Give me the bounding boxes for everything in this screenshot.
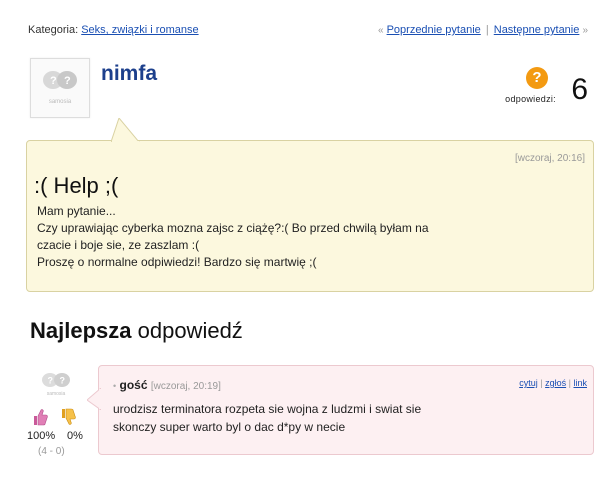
- nav-separator: |: [485, 24, 489, 36]
- prev-question-link[interactable]: Poprzednie pytanie: [387, 24, 481, 36]
- question-line: Czy uprawiając cyberka mozna zajsc z cią…: [37, 221, 429, 235]
- answers-count: 6: [571, 73, 588, 106]
- bubble-tail: [87, 388, 101, 410]
- thumbs-down-icon[interactable]: [60, 408, 76, 426]
- answerer-avatar[interactable]: ? ? samosia: [38, 371, 74, 401]
- answer-body: urodzisz terminatora rozpeta sie wojna z…: [113, 400, 553, 436]
- best-heading-rest: odpowiedź: [131, 318, 243, 343]
- answer-line: urodzisz terminatora rozpeta sie wojna z…: [113, 402, 422, 416]
- question-line: czacie i boje sie, ze zaszlam :(: [37, 238, 200, 252]
- question-body: Mam pytanie... Czy uprawiając cyberka mo…: [37, 203, 577, 271]
- answer-actions: cytuj | zgłoś | link: [519, 378, 587, 388]
- svg-text:?: ?: [48, 376, 54, 386]
- link-separator: |: [568, 378, 571, 388]
- avatar-question-icon: ? ?: [42, 373, 70, 387]
- best-heading-bold: Najlepsza: [30, 318, 132, 343]
- report-link[interactable]: zgłoś: [545, 378, 566, 388]
- question-author-name[interactable]: nimfa: [101, 62, 157, 86]
- vote-down-percent: 0%: [67, 430, 83, 442]
- question-badge-icon: ?: [526, 67, 548, 89]
- question-bubble: [wczoraj, 20:16] :( Help ;( Mam pytanie.…: [26, 118, 594, 292]
- answer-time: [wczoraj, 20:19]: [150, 381, 221, 392]
- answer-line: skonczy super warto byl o dac d*py w nec…: [113, 420, 346, 434]
- bubble-tail: [111, 118, 140, 142]
- svg-text:?: ?: [64, 75, 71, 87]
- avatar-label: samosia: [48, 99, 72, 105]
- answer-author[interactable]: gość: [120, 378, 148, 392]
- thumbs-up-icon[interactable]: [32, 408, 48, 426]
- answer-bubble: • gość [wczoraj, 20:19] cytuj | zgłoś | …: [87, 365, 594, 455]
- permalink[interactable]: link: [573, 378, 587, 388]
- quote-link[interactable]: cytuj: [519, 378, 538, 388]
- category-label: Kategoria:: [28, 24, 79, 36]
- question-nav: « Poprzednie pytanie | Następne pytanie …: [378, 24, 588, 36]
- answer-header: • gość [wczoraj, 20:19]: [113, 378, 221, 392]
- avatar-label: samosia: [46, 391, 66, 397]
- author-avatar[interactable]: ? ? samosia: [30, 58, 90, 118]
- vote-tally: (4 - 0): [38, 446, 65, 457]
- avatar-question-icon: ? ?: [43, 71, 77, 89]
- svg-text:?: ?: [50, 75, 57, 87]
- svg-text:?: ?: [60, 376, 66, 386]
- top-bar: Kategoria: Seks, związki i romanse « Pop…: [28, 24, 588, 36]
- answers-label: odpowiedzi:: [505, 94, 556, 104]
- question-line: Proszę o normalne odpiwiedzi! Bardzo się…: [37, 255, 317, 269]
- next-question-link[interactable]: Następne pytanie: [494, 24, 580, 36]
- link-separator: |: [540, 378, 543, 388]
- vote-up-percent: 100%: [27, 430, 56, 442]
- question-line: Mam pytanie...: [37, 204, 116, 218]
- prev-arrow-icon: «: [377, 25, 384, 36]
- category-link[interactable]: Seks, związki i romanse: [81, 24, 198, 36]
- next-arrow-icon: »: [582, 25, 588, 36]
- best-answer-heading: Najlepsza odpowiedź: [30, 318, 243, 344]
- question-title: :( Help ;(: [34, 173, 119, 198]
- question-time: [wczoraj, 20:16]: [514, 153, 585, 164]
- bullet-icon: •: [113, 381, 117, 391]
